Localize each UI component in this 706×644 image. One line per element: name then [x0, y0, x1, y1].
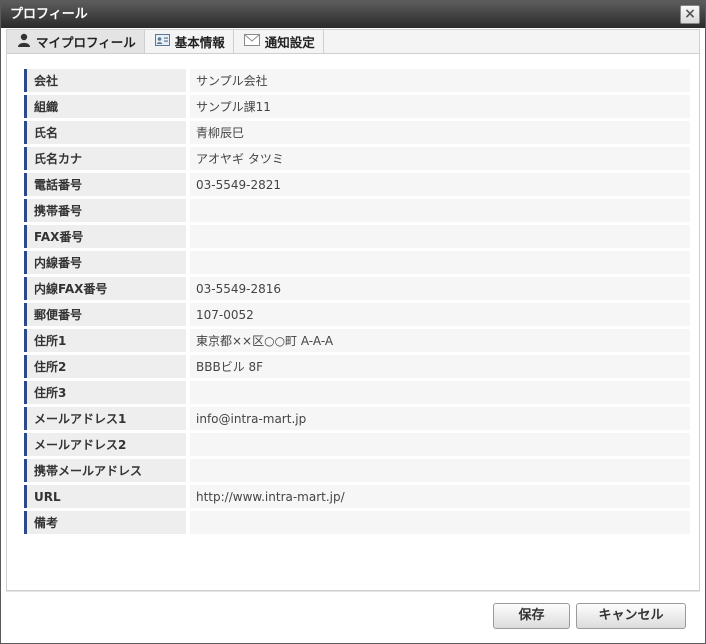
field-label: 携帯番号: [24, 199, 186, 222]
envelope-icon: [243, 34, 260, 49]
field-value: 青柳辰巳: [190, 121, 690, 144]
field-row-name: 氏名 青柳辰巳: [24, 121, 690, 144]
field-value: [190, 381, 690, 404]
field-row-postal-code: 郵便番号 107-0052: [24, 303, 690, 326]
dialog-titlebar: プロフィール: [1, 1, 705, 28]
field-label: 郵便番号: [24, 303, 186, 326]
field-label: 電話番号: [24, 173, 186, 196]
field-label: FAX番号: [24, 225, 186, 248]
footer-divider: [6, 591, 700, 592]
dialog-title: プロフィール: [10, 7, 88, 22]
close-button[interactable]: ×: [680, 5, 700, 24]
tab-notification-settings[interactable]: 通知設定: [234, 30, 324, 53]
field-row-address2: 住所2 BBBビル 8F: [24, 355, 690, 378]
field-label: 住所3: [24, 381, 186, 404]
field-row-notes: 備考: [24, 511, 690, 534]
field-value: サンプル会社: [190, 69, 690, 92]
field-row-name-kana: 氏名カナ アオヤギ タツミ: [24, 147, 690, 170]
field-row-phone: 電話番号 03-5549-2821: [24, 173, 690, 196]
field-value: 03-5549-2816: [190, 277, 690, 300]
profile-panel: 会社 サンプル会社 組織 サンプル課11 氏名 青柳辰巳 氏名カナ アオヤギ タツミ 電…: [6, 54, 700, 591]
field-value: BBBビル 8F: [190, 355, 690, 378]
field-label: 氏名カナ: [24, 147, 186, 170]
field-label: 組織: [24, 95, 186, 118]
field-value: [190, 459, 690, 482]
field-row-extension-fax: 内線FAX番号 03-5549-2816: [24, 277, 690, 300]
field-label: メールアドレス2: [24, 433, 186, 456]
field-row-fax: FAX番号: [24, 225, 690, 248]
field-value: [190, 433, 690, 456]
field-label: 備考: [24, 511, 186, 534]
field-row-extension: 内線番号: [24, 251, 690, 274]
field-label: URL: [24, 485, 186, 508]
profile-table: 会社 サンプル会社 組織 サンプル課11 氏名 青柳辰巳 氏名カナ アオヤギ タツミ 電…: [24, 66, 690, 537]
field-label: 会社: [24, 69, 186, 92]
field-value: [190, 511, 690, 534]
save-button[interactable]: 保存: [493, 603, 570, 629]
field-value: 東京都××区○○町 A-A-A: [190, 329, 690, 352]
field-value: [190, 225, 690, 248]
field-row-address3: 住所3: [24, 381, 690, 404]
field-value: http://www.intra-mart.jp/: [190, 485, 690, 508]
field-value: [190, 199, 690, 222]
field-row-address1: 住所1 東京都××区○○町 A-A-A: [24, 329, 690, 352]
profile-dialog: プロフィール × マイプロフィール 基本情報 通知設定 会社 サンプル会社 組織…: [0, 0, 706, 644]
field-label: 住所1: [24, 329, 186, 352]
field-value: 107-0052: [190, 303, 690, 326]
tab-label: マイプロフィール: [36, 35, 136, 50]
field-row-organization: 組織 サンプル課11: [24, 95, 690, 118]
field-label: 携帯メールアドレス: [24, 459, 186, 482]
close-icon: ×: [684, 6, 696, 22]
field-row-email1: メールアドレス1 info@intra-mart.jp: [24, 407, 690, 430]
user-icon: [17, 33, 31, 50]
field-label: 住所2: [24, 355, 186, 378]
field-value: [190, 251, 690, 274]
field-label: 内線FAX番号: [24, 277, 186, 300]
field-row-email2: メールアドレス2: [24, 433, 690, 456]
id-card-icon: [154, 33, 170, 50]
tab-bar: マイプロフィール 基本情報 通知設定: [6, 29, 700, 54]
field-value: アオヤギ タツミ: [190, 147, 690, 170]
field-row-company: 会社 サンプル会社: [24, 69, 690, 92]
field-label: メールアドレス1: [24, 407, 186, 430]
tab-label: 基本情報: [174, 35, 225, 50]
field-label: 氏名: [24, 121, 186, 144]
tab-basic-info[interactable]: 基本情報: [145, 30, 234, 53]
cancel-button[interactable]: キャンセル: [576, 603, 686, 629]
field-value: info@intra-mart.jp: [190, 407, 690, 430]
field-label: 内線番号: [24, 251, 186, 274]
field-value: 03-5549-2821: [190, 173, 690, 196]
tab-my-profile[interactable]: マイプロフィール: [7, 30, 145, 53]
field-row-mobile-email: 携帯メールアドレス: [24, 459, 690, 482]
field-row-url: URL http://www.intra-mart.jp/: [24, 485, 690, 508]
tab-label: 通知設定: [264, 35, 315, 50]
field-row-mobile: 携帯番号: [24, 199, 690, 222]
field-value: サンプル課11: [190, 95, 690, 118]
